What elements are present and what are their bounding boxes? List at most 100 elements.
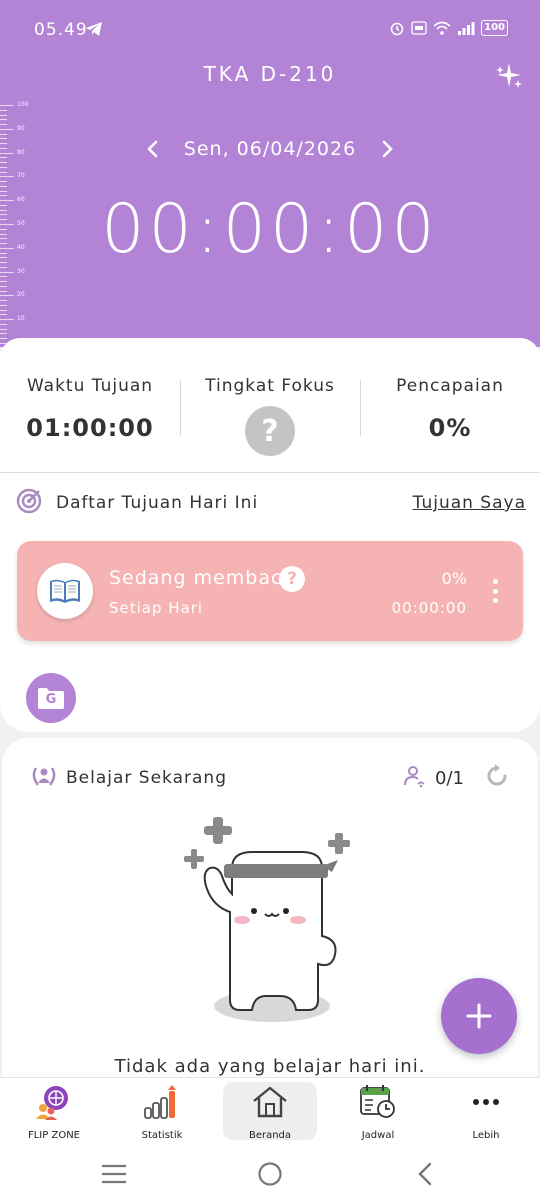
ruler-label: 100 [17,101,29,108]
ruler-tick [0,247,14,249]
ruler-tick [0,295,14,297]
goal-percent: 0% [441,569,467,588]
nav-lebih[interactable]: Lebih [432,1078,540,1148]
ruler-tick [0,119,7,121]
system-navigation-bar [0,1147,540,1200]
ruler-tick [0,152,14,154]
ruler-tick [0,209,7,211]
focus-stat[interactable]: Tingkat Fokus ? [180,358,360,468]
ruler-label: 80 [17,148,25,156]
nav-label: Beranda [248,1130,292,1141]
goal-help-icon[interactable]: ? [279,566,305,592]
ruler-label: 60 [17,196,25,204]
progress-ruler: 1009080706050403020100 [0,100,40,346]
nav-label: FLIP ZONE [27,1130,80,1141]
ruler-tick [0,133,7,135]
goals-header: Daftar Tujuan Hari Ini Tujuan Saya [16,488,526,518]
nav-statistik[interactable]: Statistik [108,1078,216,1148]
study-count-group: 0/1 [403,763,510,793]
refresh-icon[interactable] [484,763,510,793]
ruler-tick [0,252,7,254]
nav-flip-zone[interactable]: FLIP ZONE [0,1078,108,1148]
ruler-tick [0,323,7,325]
nav-label: Statistik [141,1130,183,1141]
goals-title: Daftar Tujuan Hari Ini [56,493,259,513]
nav-label: Jadwal [361,1130,395,1141]
more-vertical-icon[interactable] [489,579,501,603]
mascot-illustration [172,816,372,1036]
focus-label: Tingkat Fokus [205,376,335,396]
goal-item[interactable]: Sedang membaca ? Setiap Hari 0% 00:00:00 [17,541,523,641]
folder-group-button[interactable]: G [26,673,76,723]
sparkle-icon[interactable] [494,60,524,90]
add-button[interactable] [441,978,517,1054]
more-horizontal-icon [471,1084,501,1120]
ruler-tick [0,262,7,264]
nav-label: Lebih [472,1130,500,1141]
focus-question-icon[interactable]: ? [245,406,295,456]
ruler-tick [0,176,14,178]
alarm-icon [389,20,405,36]
achievement-stat: Pencapaian 0% [360,358,540,468]
ruler-tick [0,162,7,164]
recent-apps-icon[interactable] [99,1159,129,1189]
wifi-icon [433,20,451,36]
chevron-right-icon[interactable] [370,134,406,164]
battery-indicator: 100 [481,20,508,36]
target-icon [16,488,42,518]
volte-icon [411,20,427,36]
bottom-navigation: FLIP ZONE Statistik Beranda Jadwal Lebih [0,1077,540,1147]
ruler-tick [0,204,7,206]
ruler-label: 70 [17,172,25,180]
ruler-tick [0,185,7,187]
home-icon [252,1084,288,1120]
achievement-value: 0% [428,414,472,442]
ruler-tick [0,190,7,192]
study-timer[interactable]: 00:00:00 [0,190,540,269]
nav-beranda[interactable]: Beranda [216,1078,324,1148]
ruler-tick [0,214,7,216]
goal-frequency: Setiap Hari [109,599,204,617]
back-icon[interactable] [410,1159,440,1189]
ruler-tick [0,181,7,183]
my-goals-link[interactable]: Tujuan Saya [413,493,526,513]
ruler-tick [0,128,14,130]
ruler-label: 30 [17,267,25,275]
ruler-tick [0,333,7,335]
stats-row: Waktu Tujuan 01:00:00 Tingkat Fokus ? Pe… [0,358,540,468]
nav-jadwal[interactable]: Jadwal [324,1078,432,1148]
ruler-tick [0,195,7,197]
ruler-tick [0,109,7,111]
header: 05.49 100 TKA D-210 Sen, 06/04/2026 00:0… [0,0,540,347]
study-now-title: Belajar Sekarang [66,768,227,788]
current-date[interactable]: Sen, 06/04/2026 [184,138,356,160]
folder-letter: G [45,691,57,707]
chevron-left-icon[interactable] [134,134,170,164]
status-bar: 05.49 100 [0,0,540,60]
ruler-tick [0,124,7,126]
home-circle-icon[interactable] [255,1159,285,1189]
ruler-tick [0,285,7,287]
ruler-tick [0,276,7,278]
ruler-tick [0,266,7,268]
goal-time: 00:00:00 [391,599,467,617]
ruler-tick [0,338,7,340]
ruler-tick [0,281,7,283]
ruler-tick [0,271,14,273]
ruler-label: 40 [17,243,25,251]
ruler-tick [0,328,7,330]
goal-time-label: Waktu Tujuan [26,376,154,396]
study-now-header: Belajar Sekarang 0/1 [30,764,510,792]
date-selector: Sen, 06/04/2026 [0,134,540,164]
ruler-tick [0,219,7,221]
ruler-tick [0,233,7,235]
goal-time-stat[interactable]: Waktu Tujuan 01:00:00 [0,358,180,468]
ruler-tick [0,138,7,140]
goal-name: Sedang membaca [109,567,296,589]
status-icons: 100 [389,20,508,36]
ruler-tick [0,314,7,316]
user-wifi-icon [403,764,427,792]
ruler-tick [0,319,14,321]
status-time: 05.49 [34,20,88,40]
ruler-tick [0,228,7,230]
